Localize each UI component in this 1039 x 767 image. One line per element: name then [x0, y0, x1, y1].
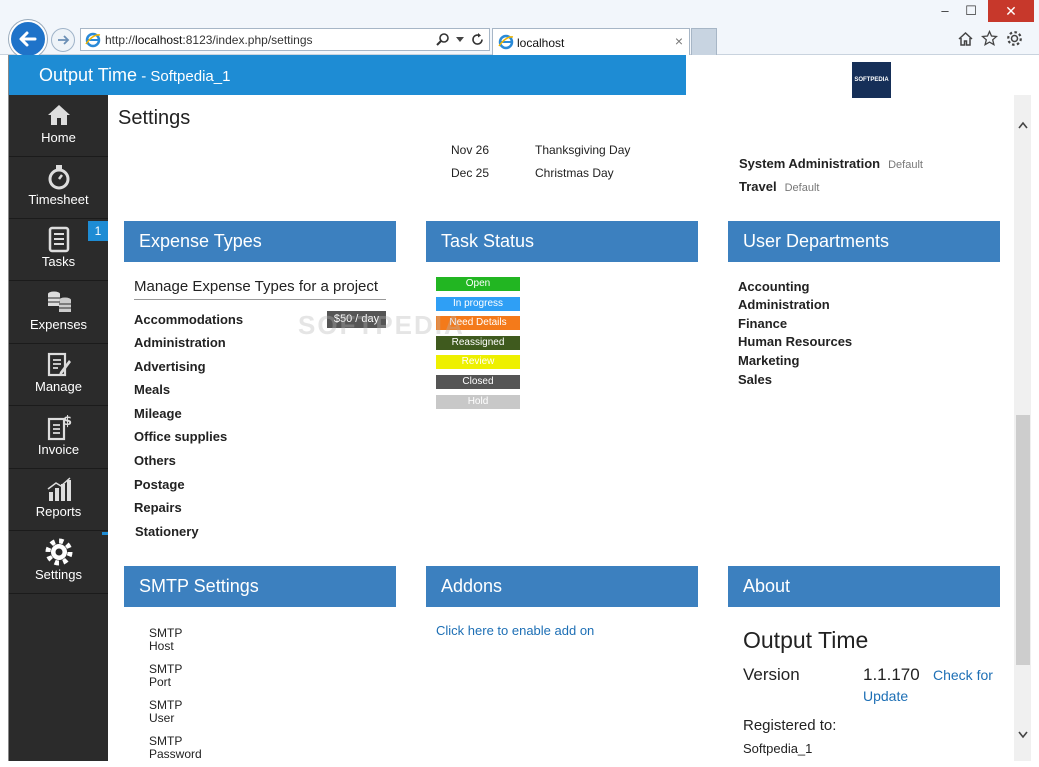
app-header: Output Time - Softpedia_1	[9, 55, 686, 95]
gear-icon	[45, 538, 73, 566]
page-scrollbar[interactable]	[1014, 95, 1031, 761]
arrow-left-icon	[19, 31, 37, 47]
watermark: SOFTPEDIA	[298, 310, 465, 340]
status-badge[interactable]: Open	[436, 277, 520, 291]
expense-type-item[interactable]: Mileage	[134, 406, 182, 421]
tasks-icon	[48, 226, 70, 253]
expense-type-item[interactable]: Administration	[134, 335, 226, 350]
status-badge[interactable]: Closed	[436, 375, 520, 389]
app-title[interactable]: Output Time - Softpedia_1	[39, 65, 230, 86]
version-label: Version	[743, 665, 800, 684]
expense-types-heading: Expense Types	[124, 221, 396, 262]
expense-type-item[interactable]: Others	[134, 453, 176, 468]
expense-type-item[interactable]: Postage	[134, 477, 185, 492]
tasks-count-badge: 1	[88, 221, 108, 241]
holiday-date: Nov 26	[451, 143, 490, 157]
smtp-user-label: SMTP User	[149, 698, 183, 725]
back-button[interactable]	[9, 20, 47, 58]
department-item[interactable]: Sales	[738, 372, 772, 387]
browser-chrome: http://localhost:8123/index.php/settings…	[0, 0, 1039, 58]
address-bar[interactable]: http://localhost:8123/index.php/settings	[80, 28, 490, 51]
registered-user: Softpedia_1	[743, 741, 813, 756]
holiday-name: Thanksgiving Day	[535, 143, 631, 157]
holiday-date: Dec 25	[451, 166, 490, 180]
addons-heading: Addons	[426, 566, 698, 607]
status-badge[interactable]: Review	[436, 355, 520, 369]
reports-icon	[47, 477, 71, 501]
scroll-thumb[interactable]	[1016, 415, 1030, 665]
expense-types-subheading[interactable]: Manage Expense Types for a project	[134, 278, 386, 300]
expense-type-item[interactable]: Meals	[134, 382, 170, 397]
search-icon[interactable]	[436, 32, 451, 47]
expense-type-item[interactable]: Accommodations	[134, 312, 243, 327]
expense-type-item[interactable]: Stationery	[135, 524, 199, 539]
sidebar-item-manage[interactable]: Manage	[9, 344, 108, 406]
sidebar-item-reports[interactable]: Reports	[9, 469, 108, 531]
sidebar-item-timesheet[interactable]: Timesheet	[9, 157, 108, 219]
department-item[interactable]: Human Resources	[738, 334, 852, 349]
scroll-up-icon[interactable]	[1018, 121, 1028, 129]
page-title: Settings	[118, 107, 191, 129]
scroll-down-icon[interactable]	[1018, 731, 1028, 739]
sidebar-item-invoice[interactable]: $ Invoice	[9, 407, 108, 469]
new-tab-button[interactable]	[691, 28, 717, 55]
coins-icon	[48, 291, 71, 312]
page-viewport: Output Time - Softpedia_1 SOFTPEDIA Home…	[8, 55, 1031, 761]
softpedia-logo: SOFTPEDIA	[852, 62, 891, 98]
url-text: http://localhost:8123/index.php/settings	[105, 33, 313, 47]
ie-icon	[498, 34, 514, 50]
ie-icon	[85, 32, 101, 48]
expense-type-item[interactable]: Advertising	[134, 359, 206, 374]
department-item[interactable]: Administration	[738, 297, 830, 312]
registered-label: Registered to:	[743, 717, 837, 734]
main-content: Settings Nov 26 Thanksgiving Day Dec 25 …	[108, 95, 1013, 761]
smtp-host-label: SMTP Host	[149, 626, 183, 653]
browser-tab[interactable]: localhost ×	[492, 28, 690, 55]
check-update-link[interactable]: Check for Update	[863, 665, 993, 707]
task-status-heading: Task Status	[426, 221, 698, 262]
department-item[interactable]: Accounting	[738, 279, 810, 294]
user-departments-heading: User Departments	[728, 221, 1000, 262]
tab-close-icon[interactable]: ×	[675, 33, 683, 49]
sidebar-item-home[interactable]: Home	[9, 95, 108, 157]
sidebar-item-expenses[interactable]: Expenses	[9, 282, 108, 344]
home-browser-icon[interactable]	[957, 30, 974, 47]
enable-addon-link[interactable]: Click here to enable add on	[436, 623, 594, 638]
sidebar-item-tasks[interactable]: 1 Tasks	[9, 219, 108, 281]
department-entry[interactable]: Travel Default	[739, 179, 819, 194]
sidebar-item-settings[interactable]: Settings	[9, 532, 108, 594]
department-item[interactable]: Finance	[738, 316, 787, 331]
chevron-down-icon[interactable]	[456, 37, 464, 42]
svg-text:$: $	[63, 414, 72, 429]
stopwatch-icon	[48, 165, 70, 190]
status-badge[interactable]: Hold	[436, 395, 520, 409]
smtp-password-label: SMTP Password	[149, 734, 202, 761]
department-entry[interactable]: System Administration Default	[739, 156, 923, 171]
status-badge[interactable]: In progress	[436, 297, 520, 311]
gear-browser-icon[interactable]	[1006, 30, 1023, 47]
refresh-icon[interactable]	[470, 32, 485, 47]
arrow-right-icon	[58, 35, 70, 45]
manage-icon	[47, 352, 71, 377]
product-name: Output Time	[743, 627, 869, 653]
invoice-icon: $	[47, 414, 72, 441]
expense-type-item[interactable]: Office supplies	[134, 429, 227, 444]
about-heading: About	[728, 566, 1000, 607]
forward-button[interactable]	[51, 28, 75, 52]
holiday-name: Christmas Day	[535, 166, 614, 180]
home-icon	[48, 105, 70, 125]
expense-type-item[interactable]: Repairs	[134, 500, 182, 515]
smtp-settings-heading: SMTP Settings	[124, 566, 396, 607]
minimize-button[interactable]: –	[935, 0, 955, 22]
department-item[interactable]: Marketing	[738, 353, 799, 368]
close-window-button[interactable]: ✕	[988, 0, 1034, 22]
maximize-button[interactable]: ☐	[960, 0, 982, 22]
sidebar: Home Timesheet 1 Tasks Expenses Manage $…	[9, 95, 108, 761]
smtp-port-label: SMTP Port	[149, 662, 183, 689]
star-icon[interactable]	[981, 30, 998, 47]
tab-title: localhost	[517, 36, 565, 50]
